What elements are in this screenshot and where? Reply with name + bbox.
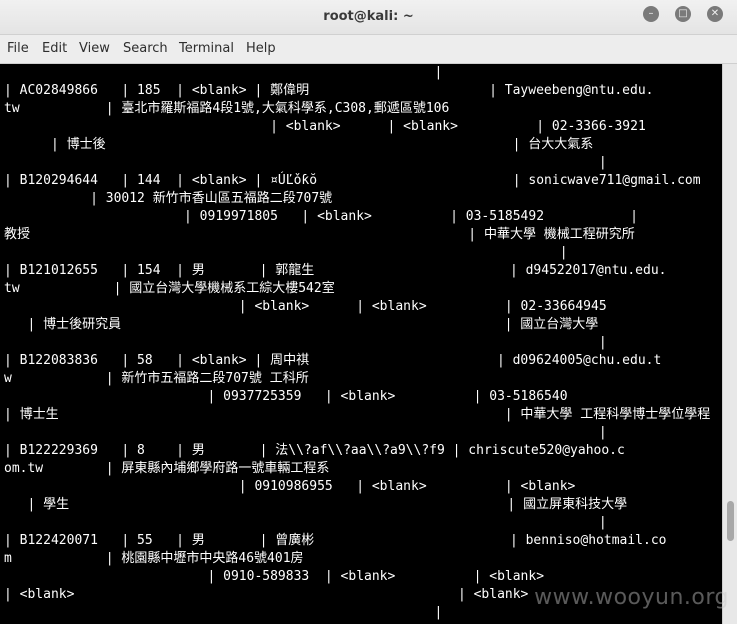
terminal-line: | 博士生 | 中華大學 工程科學博士學位學程 xyxy=(4,407,711,422)
terminal-line: | 博士後 | 台大大氣系 xyxy=(4,137,594,152)
terminal-line: | 博士後研究員 | 國立台灣大學 xyxy=(4,317,599,332)
terminal-text: | | AC02849866 | 185 | <blank> | 鄭偉明 | Ta… xyxy=(0,64,722,622)
menu-file[interactable]: File xyxy=(7,41,29,56)
terminal-line: tw | 國立台灣大學機械系工綜大樓542室 xyxy=(4,281,335,296)
scrollbar[interactable] xyxy=(722,64,737,624)
terminal-line: tw | 臺北市羅斯福路4段1號,大氣科學系,C308,郵遞區號106 xyxy=(4,101,450,116)
terminal-line: | <blank> | <blank> | 02-3366-3921 xyxy=(4,119,646,134)
maximize-icon[interactable]: □ xyxy=(675,6,691,22)
menu-terminal[interactable]: Terminal xyxy=(179,41,234,56)
terminal-line: | B122229369 | 8 | 男 | 法\\?af\\?aa\\?a9\… xyxy=(4,443,625,458)
terminal-window: root@kali: ~ – □ ✕ File Edit View Search… xyxy=(0,0,737,624)
terminal-line: | B122083836 | 58 | <blank> | 周中祺 | d096… xyxy=(4,353,662,368)
title-bar[interactable]: root@kali: ~ – □ ✕ xyxy=(0,0,737,35)
terminal-line: | 30012 新竹市香山區五福路二段707號 xyxy=(4,191,333,206)
terminal-line: | <blank> | <blank> | 02-33664945 xyxy=(4,299,607,314)
terminal-line: m | 桃園縣中壢市中央路46號401房 xyxy=(4,551,304,566)
terminal-line: | AC02849866 | 185 | <blank> | 鄭偉明 | Tay… xyxy=(4,83,654,98)
menu-help[interactable]: Help xyxy=(246,41,276,56)
menu-bar: File Edit View Search Terminal Help xyxy=(0,35,737,64)
terminal-line: | xyxy=(4,245,568,260)
terminal-line: | 0937725359 | <blank> | 03-5186540 xyxy=(4,389,568,404)
scrollbar-thumb[interactable] xyxy=(727,501,734,541)
menu-view[interactable]: View xyxy=(79,41,110,56)
terminal-line: | B121012655 | 154 | 男 | 郭龍生 | d94522017… xyxy=(4,263,667,278)
terminal-line: w | 新竹市五福路二段707號 工科所 xyxy=(4,371,309,386)
terminal-line: om.tw | 屏東縣內埔鄉學府路一號車輛工程系 xyxy=(4,461,330,476)
terminal-line: | 0919971805 | <blank> | 03-5185492 | xyxy=(4,209,638,224)
terminal-line: | 0910-589833 | <blank> | <blank> xyxy=(4,569,545,584)
terminal-output[interactable]: | | AC02849866 | 185 | <blank> | 鄭偉明 | Ta… xyxy=(0,64,722,624)
terminal-line: | xyxy=(4,65,443,80)
minimize-icon[interactable]: – xyxy=(643,6,659,22)
close-icon[interactable]: ✕ xyxy=(707,6,723,22)
terminal-line: 教授 | 中華大學 機械工程研究所 xyxy=(4,227,635,242)
terminal-line: | xyxy=(4,515,607,530)
terminal-line: | B120294644 | 144 | <blank> | ¤ÚĽǒƙŏ | … xyxy=(4,173,701,188)
terminal-line: | B122420071 | 55 | 男 | 曾廣彬 | benniso@ho… xyxy=(4,533,667,548)
menu-search[interactable]: Search xyxy=(123,41,168,56)
watermark: www.wooyun.org xyxy=(534,585,729,610)
terminal-line: | 0910986955 | <blank> | <blank> xyxy=(4,479,576,494)
terminal-line: | xyxy=(4,425,607,440)
terminal-line: | xyxy=(4,155,607,170)
menu-edit[interactable]: Edit xyxy=(42,41,67,56)
terminal-line: | xyxy=(4,335,607,350)
window-title: root@kali: ~ xyxy=(323,9,414,24)
terminal-line: | 學生 | 國立屏東科技大學 xyxy=(4,497,628,512)
